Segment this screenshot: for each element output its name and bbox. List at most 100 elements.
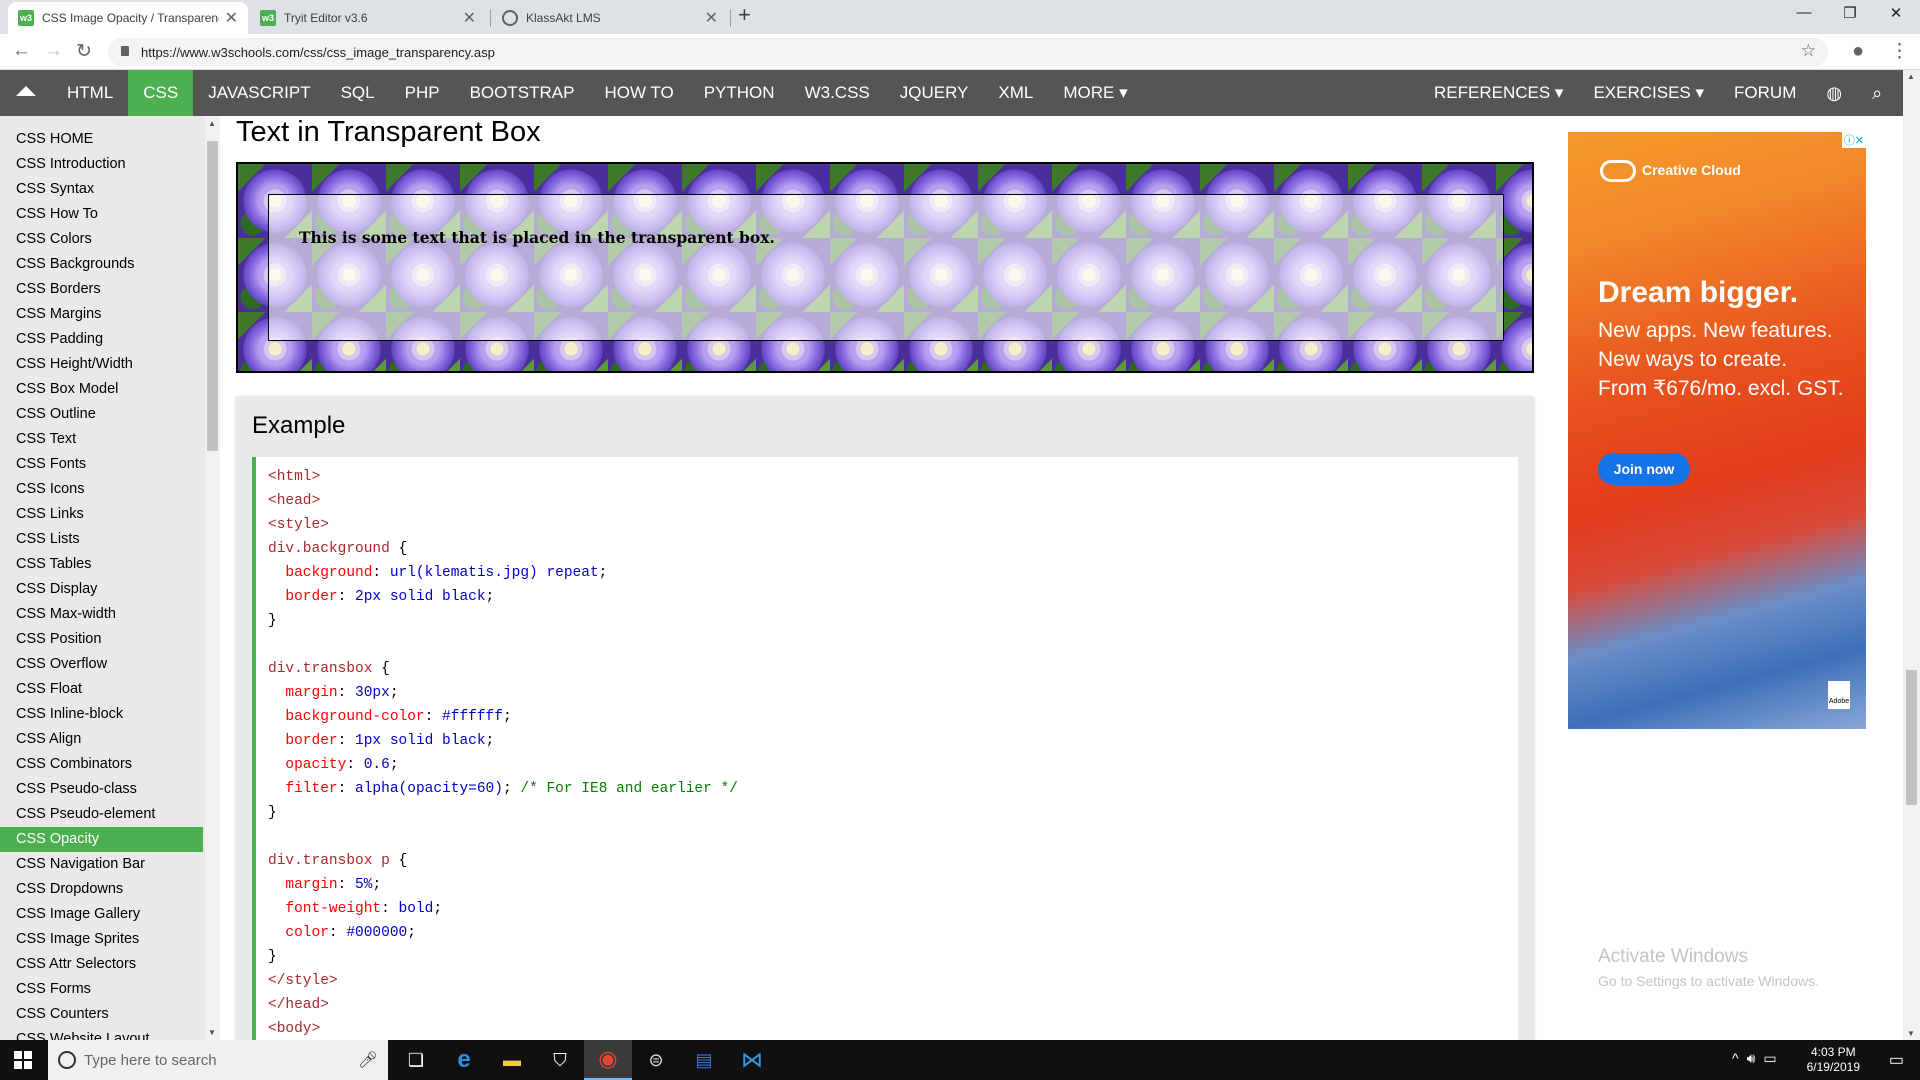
windows-start-icon[interactable] bbox=[14, 1051, 32, 1069]
sidebar-item-css-tables[interactable]: CSS Tables bbox=[0, 552, 203, 577]
sidebar-item-css-image-gallery[interactable]: CSS Image Gallery bbox=[0, 902, 203, 927]
nav-html[interactable]: HTML bbox=[52, 70, 128, 116]
sidebar-item-css-introduction[interactable]: CSS Introduction bbox=[0, 152, 203, 177]
ad-headline: Dream bigger. bbox=[1598, 276, 1799, 309]
back-icon[interactable]: ← bbox=[12, 40, 31, 62]
sidebar-item-css-text[interactable]: CSS Text bbox=[0, 427, 203, 452]
sidebar-item-css-height-width[interactable]: CSS Height/Width bbox=[0, 352, 203, 377]
sidebar-item-css-website-layout[interactable]: CSS Website Layout bbox=[0, 1027, 203, 1040]
store-icon[interactable]: ⛉ bbox=[536, 1040, 584, 1080]
restore-icon[interactable]: ❐ bbox=[1827, 4, 1873, 22]
sidebar-item-css-float[interactable]: CSS Float bbox=[0, 677, 203, 702]
vscode-icon[interactable]: ⋈ bbox=[728, 1040, 776, 1080]
nav-css[interactable]: CSS bbox=[128, 70, 194, 116]
chrome-icon[interactable]: ◉ bbox=[584, 1040, 632, 1080]
page-scroll-thumb[interactable] bbox=[1906, 670, 1917, 805]
nav-references[interactable]: REFERENCES ▾ bbox=[1419, 83, 1578, 103]
app-icon[interactable]: ⊜ bbox=[632, 1040, 680, 1080]
sidebar-item-css-overflow[interactable]: CSS Overflow bbox=[0, 652, 203, 677]
bookmark-star-icon[interactable]: ☆ bbox=[1801, 41, 1816, 61]
task-view-icon[interactable]: ❏ bbox=[392, 1040, 440, 1080]
tab-klassakt-lms[interactable]: KlassAkt LMS ✕ bbox=[492, 2, 728, 34]
sidebar-item-css-lists[interactable]: CSS Lists bbox=[0, 527, 203, 552]
file-explorer-icon[interactable]: ▬ bbox=[488, 1040, 536, 1080]
sidebar-item-css-icons[interactable]: CSS Icons bbox=[0, 477, 203, 502]
close-tab-icon[interactable]: ✕ bbox=[225, 8, 238, 28]
taskbar-search-box[interactable]: Type here to search 🎤︎ bbox=[48, 1040, 388, 1080]
sidebar-item-css-box-model[interactable]: CSS Box Model bbox=[0, 377, 203, 402]
sidebar-item-css-max-width[interactable]: CSS Max-width bbox=[0, 602, 203, 627]
scroll-up-icon[interactable]: ▲ bbox=[208, 119, 216, 128]
sidebar-item-css-outline[interactable]: CSS Outline bbox=[0, 402, 203, 427]
home-button[interactable] bbox=[0, 70, 52, 116]
nav-forum[interactable]: FORUM bbox=[1719, 83, 1811, 103]
scroll-up-icon[interactable]: ▲ bbox=[1907, 72, 1915, 81]
nav-w3css[interactable]: W3.CSS bbox=[790, 70, 885, 116]
tab-css-opacity[interactable]: w3 CSS Image Opacity / Transparenc ✕ bbox=[8, 2, 248, 34]
system-tray-icons[interactable]: ^🔊︎▭ bbox=[1732, 1050, 1785, 1067]
forward-icon[interactable]: → bbox=[44, 40, 63, 62]
nav-jquery[interactable]: JQUERY bbox=[885, 70, 984, 116]
nav-exercises[interactable]: EXERCISES ▾ bbox=[1578, 83, 1719, 103]
sidebar-item-css-links[interactable]: CSS Links bbox=[0, 502, 203, 527]
scroll-down-icon[interactable]: ▼ bbox=[1907, 1029, 1915, 1038]
sidebar-item-css-syntax[interactable]: CSS Syntax bbox=[0, 177, 203, 202]
nav-python[interactable]: PYTHON bbox=[689, 70, 790, 116]
sidebar-item-css-padding[interactable]: CSS Padding bbox=[0, 327, 203, 352]
sidebar-item-css-colors[interactable]: CSS Colors bbox=[0, 227, 203, 252]
address-bar[interactable]: https://www.w3schools.com/css/css_image_… bbox=[108, 38, 1828, 66]
page-scrollbar[interactable]: ▲ ▼ bbox=[1903, 70, 1920, 1040]
sidebar-item-css-counters[interactable]: CSS Counters bbox=[0, 1002, 203, 1027]
sidebar-item-css-inline-block[interactable]: CSS Inline-block bbox=[0, 702, 203, 727]
close-window-icon[interactable]: ✕ bbox=[1873, 4, 1919, 22]
sidebar-item-css-navigation-bar[interactable]: CSS Navigation Bar bbox=[0, 852, 203, 877]
nav-more[interactable]: MORE ▾ bbox=[1048, 70, 1142, 116]
sidebar-item-css-dropdowns[interactable]: CSS Dropdowns bbox=[0, 877, 203, 902]
globe-icon[interactable]: ◍ bbox=[1811, 83, 1857, 104]
nav-how-to[interactable]: HOW TO bbox=[589, 70, 688, 116]
nav-xml[interactable]: XML bbox=[983, 70, 1048, 116]
sidebar-item-css-attr-selectors[interactable]: CSS Attr Selectors bbox=[0, 952, 203, 977]
scroll-down-icon[interactable]: ▼ bbox=[208, 1028, 216, 1037]
sidebar-item-css-backgrounds[interactable]: CSS Backgrounds bbox=[0, 252, 203, 277]
sidebar-scroll-thumb[interactable] bbox=[207, 141, 218, 451]
microphone-icon[interactable]: 🎤︎ bbox=[358, 1050, 378, 1070]
tab-tryit-editor[interactable]: w3 Tryit Editor v3.6 ✕ bbox=[250, 2, 486, 34]
sidebar-item-css-fonts[interactable]: CSS Fonts bbox=[0, 452, 203, 477]
new-tab-icon[interactable]: + bbox=[738, 2, 751, 28]
sidebar-item-css-position[interactable]: CSS Position bbox=[0, 627, 203, 652]
sidebar-item-css-combinators[interactable]: CSS Combinators bbox=[0, 752, 203, 777]
nav-sql[interactable]: SQL bbox=[326, 70, 390, 116]
sidebar-item-css-how-to[interactable]: CSS How To bbox=[0, 202, 203, 227]
close-tab-icon[interactable]: ✕ bbox=[705, 8, 718, 28]
sidebar-scrollbar[interactable]: ▲ ▼ bbox=[205, 116, 220, 1040]
sidebar-item-css-image-sprites[interactable]: CSS Image Sprites bbox=[0, 927, 203, 952]
sidebar-item-css-margins[interactable]: CSS Margins bbox=[0, 302, 203, 327]
search-icon[interactable]: ⌕ bbox=[1857, 83, 1897, 104]
sidebar-item-css-align[interactable]: CSS Align bbox=[0, 727, 203, 752]
notification-icon[interactable]: ▭ bbox=[1889, 1050, 1904, 1070]
sidebar-item-css-forms[interactable]: CSS Forms bbox=[0, 977, 203, 1002]
sidebar-item-css-pseudo-element[interactable]: CSS Pseudo-element bbox=[0, 802, 203, 827]
adobe-creative-cloud-ad[interactable]: ⓘ✕ Creative Cloud Dream bigger. New apps… bbox=[1568, 132, 1866, 729]
reload-icon[interactable]: ↻ bbox=[76, 40, 92, 63]
edge-icon[interactable]: e bbox=[440, 1040, 488, 1080]
sidebar-item-css-display[interactable]: CSS Display bbox=[0, 577, 203, 602]
close-tab-icon[interactable]: ✕ bbox=[463, 8, 476, 28]
w3schools-favicon-icon: w3 bbox=[18, 10, 34, 26]
sidebar-item-css-pseudo-class[interactable]: CSS Pseudo-class bbox=[0, 777, 203, 802]
minimize-icon[interactable]: — bbox=[1781, 4, 1827, 21]
sidebar-item-css-borders[interactable]: CSS Borders bbox=[0, 277, 203, 302]
sidebar-item-css-home[interactable]: CSS HOME bbox=[0, 127, 203, 152]
document-icon[interactable]: ▤ bbox=[680, 1040, 728, 1080]
profile-icon[interactable]: ● bbox=[1852, 40, 1864, 63]
clock[interactable]: 4:03 PM 6/19/2019 bbox=[1807, 1045, 1860, 1075]
menu-kebab-icon[interactable]: ⋮ bbox=[1890, 40, 1909, 63]
code-token: opacity bbox=[268, 757, 347, 773]
ad-info-close-icon[interactable]: ⓘ✕ bbox=[1841, 132, 1866, 148]
nav-javascript[interactable]: JAVASCRIPT bbox=[193, 70, 325, 116]
nav-php[interactable]: PHP bbox=[390, 70, 455, 116]
ad-join-now-button[interactable]: Join now bbox=[1598, 453, 1690, 485]
nav-bootstrap[interactable]: BOOTSTRAP bbox=[455, 70, 590, 116]
sidebar-item-css-opacity[interactable]: CSS Opacity bbox=[0, 827, 203, 852]
